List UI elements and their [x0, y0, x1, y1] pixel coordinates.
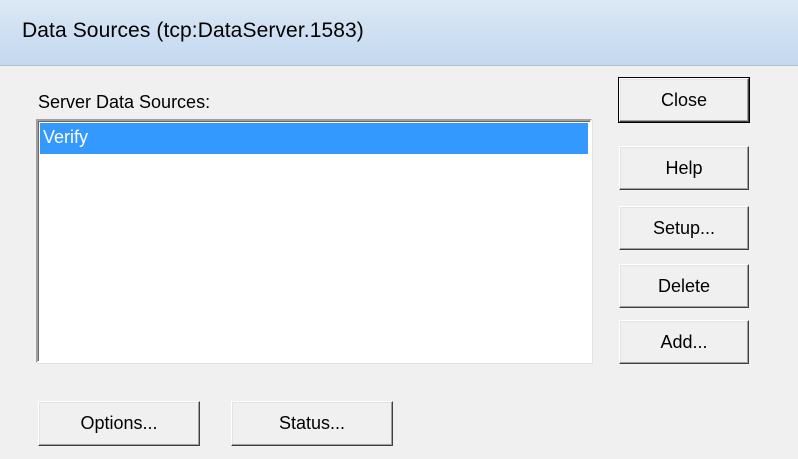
delete-button[interactable]: Delete: [619, 264, 749, 308]
help-button-label: Help: [665, 157, 703, 178]
options-button[interactable]: Options...: [38, 401, 200, 446]
options-button-label: Options...: [80, 413, 158, 433]
list-item-label: Verify: [43, 127, 89, 147]
server-data-sources-listbox[interactable]: Verify: [36, 119, 592, 363]
delete-button-label: Delete: [657, 275, 711, 296]
window-title: Data Sources (tcp:DataServer.1583): [22, 19, 364, 42]
add-button[interactable]: Add...: [619, 320, 749, 364]
server-data-sources-label: Server Data Sources:: [38, 92, 211, 112]
list-item[interactable]: Verify: [40, 123, 588, 154]
close-button[interactable]: Close: [618, 77, 750, 123]
add-button-label: Add...: [660, 331, 708, 352]
status-button-label: Status...: [278, 413, 346, 433]
setup-button[interactable]: Setup...: [619, 206, 749, 250]
setup-button-label: Setup...: [652, 217, 716, 238]
status-button[interactable]: Status...: [231, 401, 393, 446]
help-button[interactable]: Help: [619, 146, 749, 190]
title-bar: Data Sources (tcp:DataServer.1583): [0, 0, 798, 66]
close-button-label: Close: [660, 89, 708, 110]
